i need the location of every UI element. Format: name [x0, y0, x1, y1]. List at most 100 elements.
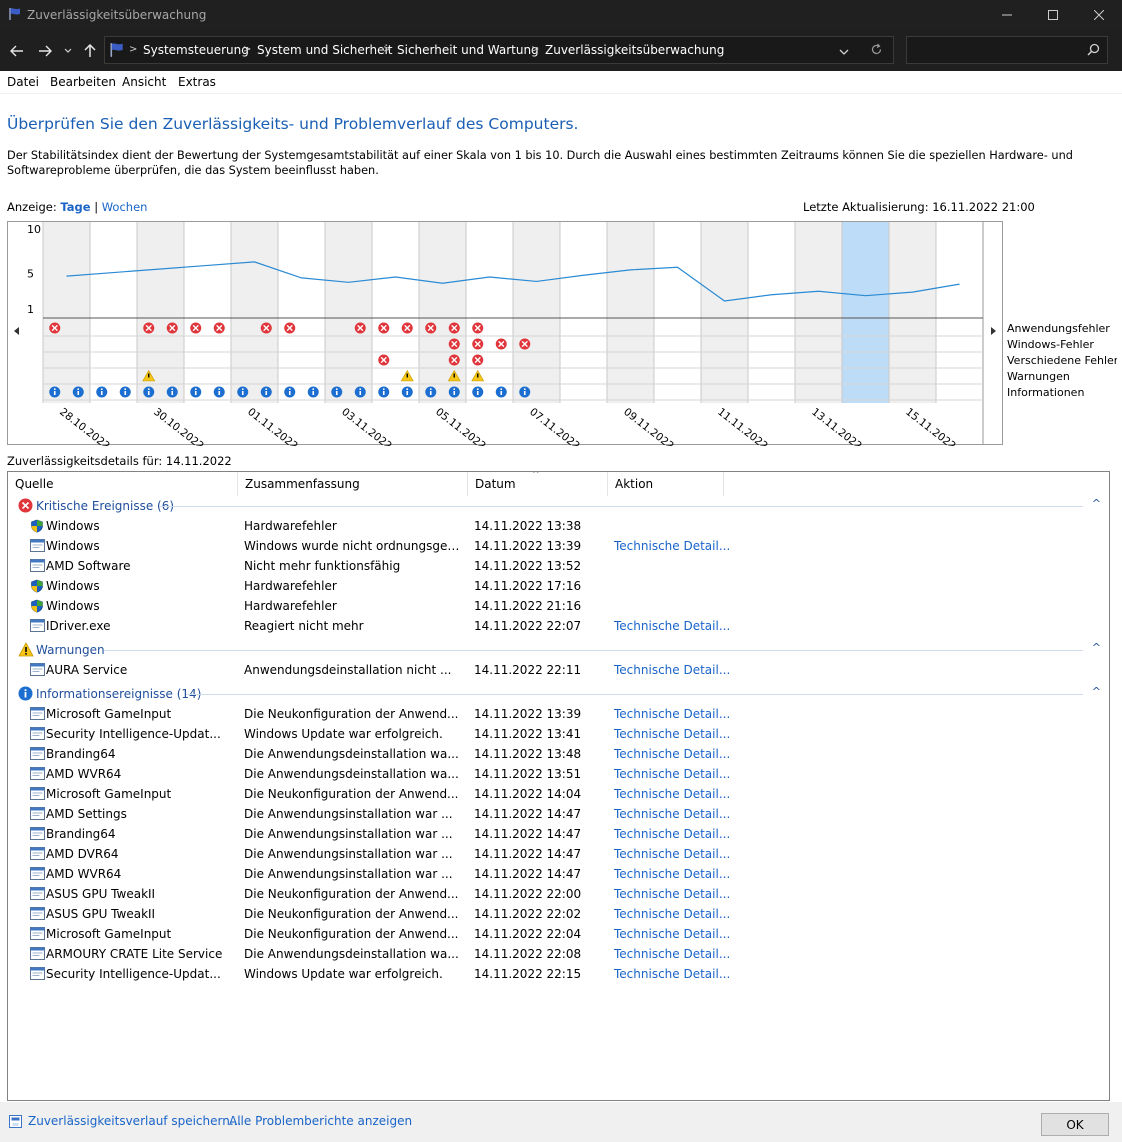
- breadcrumb-system-und-sicherheit[interactable]: System und Sicherheit: [257, 43, 393, 57]
- list-item[interactable]: Windows Hardwarefehler 14.11.2022 13:38: [8, 516, 1109, 536]
- info-icon: [218, 388, 221, 390]
- column-header-source[interactable]: Quelle: [8, 472, 238, 496]
- maximize-button[interactable]: [1030, 0, 1076, 30]
- day-column[interactable]: [748, 222, 795, 403]
- close-button[interactable]: [1076, 0, 1122, 30]
- day-column[interactable]: [137, 222, 184, 403]
- breadcrumb-systemsteuerung[interactable]: Systemsteuerung: [143, 43, 249, 57]
- technical-details-link[interactable]: Technische Detail...: [614, 947, 730, 961]
- list-item[interactable]: IDriver.exe Reagiert nicht mehr 14.11.2022…: [8, 616, 1109, 636]
- menu-ansicht[interactable]: Ansicht: [122, 75, 166, 89]
- selected-day-column[interactable]: [842, 222, 889, 403]
- day-column[interactable]: [90, 222, 137, 403]
- day-column[interactable]: [936, 222, 983, 403]
- technical-details-link[interactable]: Technische Detail...: [614, 867, 730, 881]
- list-item[interactable]: AMD Software Nicht mehr funktionsfähig 14.…: [8, 556, 1109, 576]
- day-column[interactable]: [607, 222, 654, 403]
- technical-details-link[interactable]: Technische Detail...: [614, 727, 730, 741]
- breadcrumb-sicherheit-und-wartung[interactable]: Sicherheit und Wartung: [397, 43, 539, 57]
- list-item[interactable]: Microsoft GameInput Die Neukonfiguration …: [8, 924, 1109, 944]
- day-column[interactable]: [466, 222, 513, 403]
- list-item[interactable]: Security Intelligence-Updat... Windows Up…: [8, 724, 1109, 744]
- reliability-chart-svg[interactable]: 10 5 1 Anwendungsfehler Windows-Fehler Versch…: [7, 221, 1119, 452]
- column-header-action[interactable]: Aktion: [608, 472, 724, 496]
- up-button[interactable]: [78, 30, 102, 71]
- list-item[interactable]: AURA Service Anwendungsdeinstallation nic…: [8, 660, 1109, 680]
- list-item[interactable]: Security Intelligence-Updat... Windows Up…: [8, 964, 1109, 984]
- list-item[interactable]: AMD DVR64 Die Anwendungsinstallation war …: [8, 844, 1109, 864]
- technical-details-link[interactable]: Technische Detail...: [614, 663, 730, 677]
- collapse-chevron-icon[interactable]: ^: [1092, 641, 1101, 654]
- list-item[interactable]: ARMOURY CRATE Lite Service Die Anwendungs…: [8, 944, 1109, 964]
- event-row-label: Anwendungsfehler: [1007, 322, 1110, 335]
- list-item[interactable]: AMD WVR64 Die Anwendungsinstallation war …: [8, 864, 1109, 884]
- menu-extras[interactable]: Extras: [178, 75, 216, 89]
- list-item[interactable]: Windows Hardwarefehler 14.11.2022 21:16: [8, 596, 1109, 616]
- event-list[interactable]: Quelle Zusammenfassung Datum ^ Aktion Kr…: [7, 471, 1110, 1101]
- day-column[interactable]: [560, 222, 607, 403]
- list-item[interactable]: ASUS GPU TweakII Die Neukonfiguration der…: [8, 884, 1109, 904]
- cell-date: 14.11.2022 13:41: [474, 727, 582, 741]
- ok-button[interactable]: OK: [1041, 1113, 1109, 1136]
- refresh-icon[interactable]: [870, 43, 883, 59]
- day-column[interactable]: [372, 222, 419, 403]
- group-header-info[interactable]: Informationsereignisse (14) ^: [8, 684, 1109, 704]
- menu-datei[interactable]: Datei: [7, 75, 39, 89]
- forward-button[interactable]: [32, 30, 58, 71]
- day-column[interactable]: [654, 222, 701, 403]
- column-header-summary[interactable]: Zusammenfassung: [238, 472, 468, 496]
- technical-details-link[interactable]: Technische Detail...: [614, 907, 730, 921]
- list-item[interactable]: AMD WVR64 Die Anwendungsdeinstallation wa…: [8, 764, 1109, 784]
- technical-details-link[interactable]: Technische Detail...: [614, 827, 730, 841]
- list-item[interactable]: Branding64 Die Anwendungsinstallation war…: [8, 824, 1109, 844]
- day-column[interactable]: [795, 222, 842, 403]
- technical-details-link[interactable]: Technische Detail...: [614, 619, 730, 633]
- collapse-chevron-icon[interactable]: ^: [1092, 497, 1101, 510]
- day-column[interactable]: [513, 222, 560, 403]
- all-reports-link[interactable]: Alle Problemberichte anzeigen: [229, 1114, 412, 1128]
- address-dropdown-icon[interactable]: [839, 45, 849, 59]
- group-divider: [104, 650, 1083, 651]
- list-item[interactable]: Microsoft GameInput Die Neukonfiguration …: [8, 704, 1109, 724]
- list-item[interactable]: ASUS GPU TweakII Die Neukonfiguration der…: [8, 904, 1109, 924]
- technical-details-link[interactable]: Technische Detail...: [614, 539, 730, 553]
- technical-details-link[interactable]: Technische Detail...: [614, 847, 730, 861]
- technical-details-link[interactable]: Technische Detail...: [614, 787, 730, 801]
- day-column[interactable]: [184, 222, 231, 403]
- technical-details-link[interactable]: Technische Detail...: [614, 927, 730, 941]
- back-button[interactable]: [4, 30, 30, 71]
- list-item[interactable]: AMD Settings Die Anwendungsinstallation w…: [8, 804, 1109, 824]
- day-column[interactable]: [889, 222, 936, 403]
- menu-bearbeiten[interactable]: Bearbeiten: [50, 75, 116, 89]
- technical-details-link[interactable]: Technische Detail...: [614, 807, 730, 821]
- breadcrumb-current[interactable]: Zuverlässigkeitsüberwachung: [545, 43, 724, 57]
- minimize-button[interactable]: [984, 0, 1030, 30]
- list-item[interactable]: Branding64 Die Anwendungsdeinstallation w…: [8, 744, 1109, 764]
- technical-details-link[interactable]: Technische Detail...: [614, 747, 730, 761]
- day-column[interactable]: [43, 222, 90, 403]
- day-column[interactable]: [419, 222, 466, 403]
- day-column[interactable]: [231, 222, 278, 403]
- group-header-critical[interactable]: Kritische Ereignisse (6) ^: [8, 496, 1109, 516]
- reliability-chart[interactable]: 10 5 1 Anwendungsfehler Windows-Fehler Versch…: [7, 221, 1119, 452]
- group-header-warnings[interactable]: Warnungen ^: [8, 640, 1109, 660]
- address-box[interactable]: > Systemsteuerung > System und Sicherhei…: [104, 36, 894, 64]
- technical-details-link[interactable]: Technische Detail...: [614, 967, 730, 981]
- collapse-chevron-icon[interactable]: ^: [1092, 685, 1101, 698]
- view-weeks-link[interactable]: Wochen: [102, 200, 148, 214]
- save-history-link[interactable]: Zuverlässigkeitsverlauf speichern...: [28, 1114, 241, 1128]
- search-input[interactable]: [906, 36, 1108, 64]
- list-item[interactable]: Microsoft GameInput Die Neukonfiguration …: [8, 784, 1109, 804]
- cell-summary: Hardwarefehler: [244, 599, 337, 613]
- flag-icon: [8, 7, 22, 24]
- list-item[interactable]: Windows Windows wurde nicht ordnungsgem..…: [8, 536, 1109, 556]
- day-column[interactable]: [278, 222, 325, 403]
- technical-details-link[interactable]: Technische Detail...: [614, 707, 730, 721]
- technical-details-link[interactable]: Technische Detail...: [614, 887, 730, 901]
- day-column[interactable]: [325, 222, 372, 403]
- technical-details-link[interactable]: Technische Detail...: [614, 767, 730, 781]
- day-column[interactable]: [701, 222, 748, 403]
- list-item[interactable]: Windows Hardwarefehler 14.11.2022 17:16: [8, 576, 1109, 596]
- recent-locations-chevron-icon[interactable]: [60, 30, 76, 71]
- view-days-link[interactable]: Tage: [60, 200, 90, 214]
